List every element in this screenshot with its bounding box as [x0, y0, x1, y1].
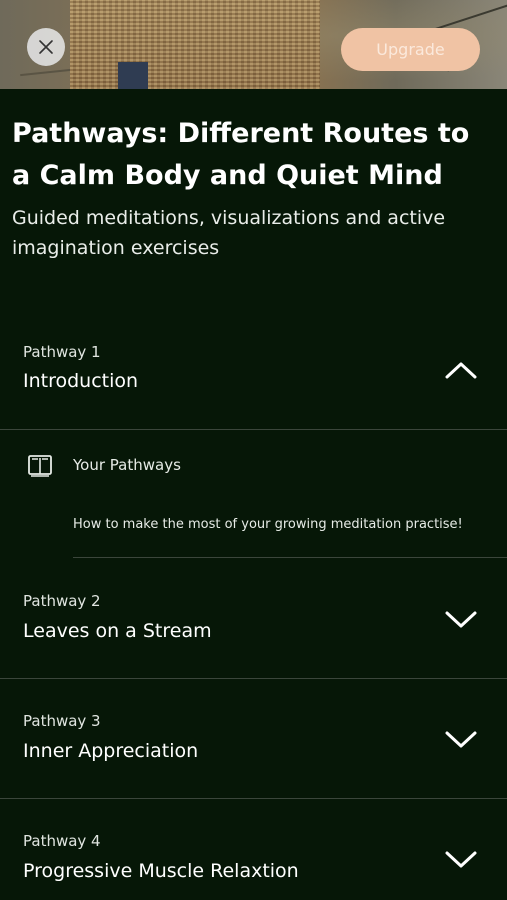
- pathway-item-4[interactable]: Pathway 4 Progressive Muscle Relaxtion: [0, 799, 507, 900]
- pathway-name: Progressive Muscle Relaxtion: [23, 860, 299, 882]
- pathway-item-3[interactable]: Pathway 3 Inner Appreciation: [0, 679, 507, 799]
- chevron-up-icon[interactable]: [444, 360, 478, 380]
- close-button[interactable]: [27, 28, 65, 66]
- pathway-name: Leaves on a Stream: [23, 620, 212, 642]
- pathways-screen: Upgrade Pathways: Different Routes to a …: [0, 0, 507, 900]
- sweater-figure: [70, 0, 320, 89]
- book-icon: [28, 455, 52, 477]
- chevron-down-icon[interactable]: [444, 849, 478, 869]
- page-header: Pathways: Different Routes to a Calm Bod…: [0, 89, 507, 263]
- lesson-description: How to make the most of your growing med…: [73, 517, 463, 532]
- chevron-down-icon[interactable]: [444, 609, 478, 629]
- pathway-number: Pathway 1: [23, 343, 101, 361]
- page-title: Pathways: Different Routes to a Calm Bod…: [12, 118, 470, 191]
- close-icon: [39, 40, 53, 54]
- pathway-number: Pathway 3: [23, 712, 101, 730]
- lesson-title[interactable]: Your Pathways: [73, 456, 181, 474]
- pathway-name: Inner Appreciation: [23, 740, 199, 762]
- pathway-number: Pathway 4: [23, 832, 101, 850]
- pathway-number: Pathway 2: [23, 592, 101, 610]
- page-subtitle: Guided meditations, visualizations and a…: [12, 207, 446, 259]
- pathway-name: Introduction: [23, 370, 139, 392]
- pathway-1-content: [0, 430, 507, 558]
- chevron-down-icon[interactable]: [444, 729, 478, 749]
- divider: [73, 557, 507, 558]
- jeans-figure: [118, 62, 148, 89]
- upgrade-button[interactable]: Upgrade: [341, 28, 480, 71]
- pathway-item-2[interactable]: Pathway 2 Leaves on a Stream: [0, 559, 507, 679]
- pathway-item-1[interactable]: Pathway 1 Introduction: [0, 310, 507, 430]
